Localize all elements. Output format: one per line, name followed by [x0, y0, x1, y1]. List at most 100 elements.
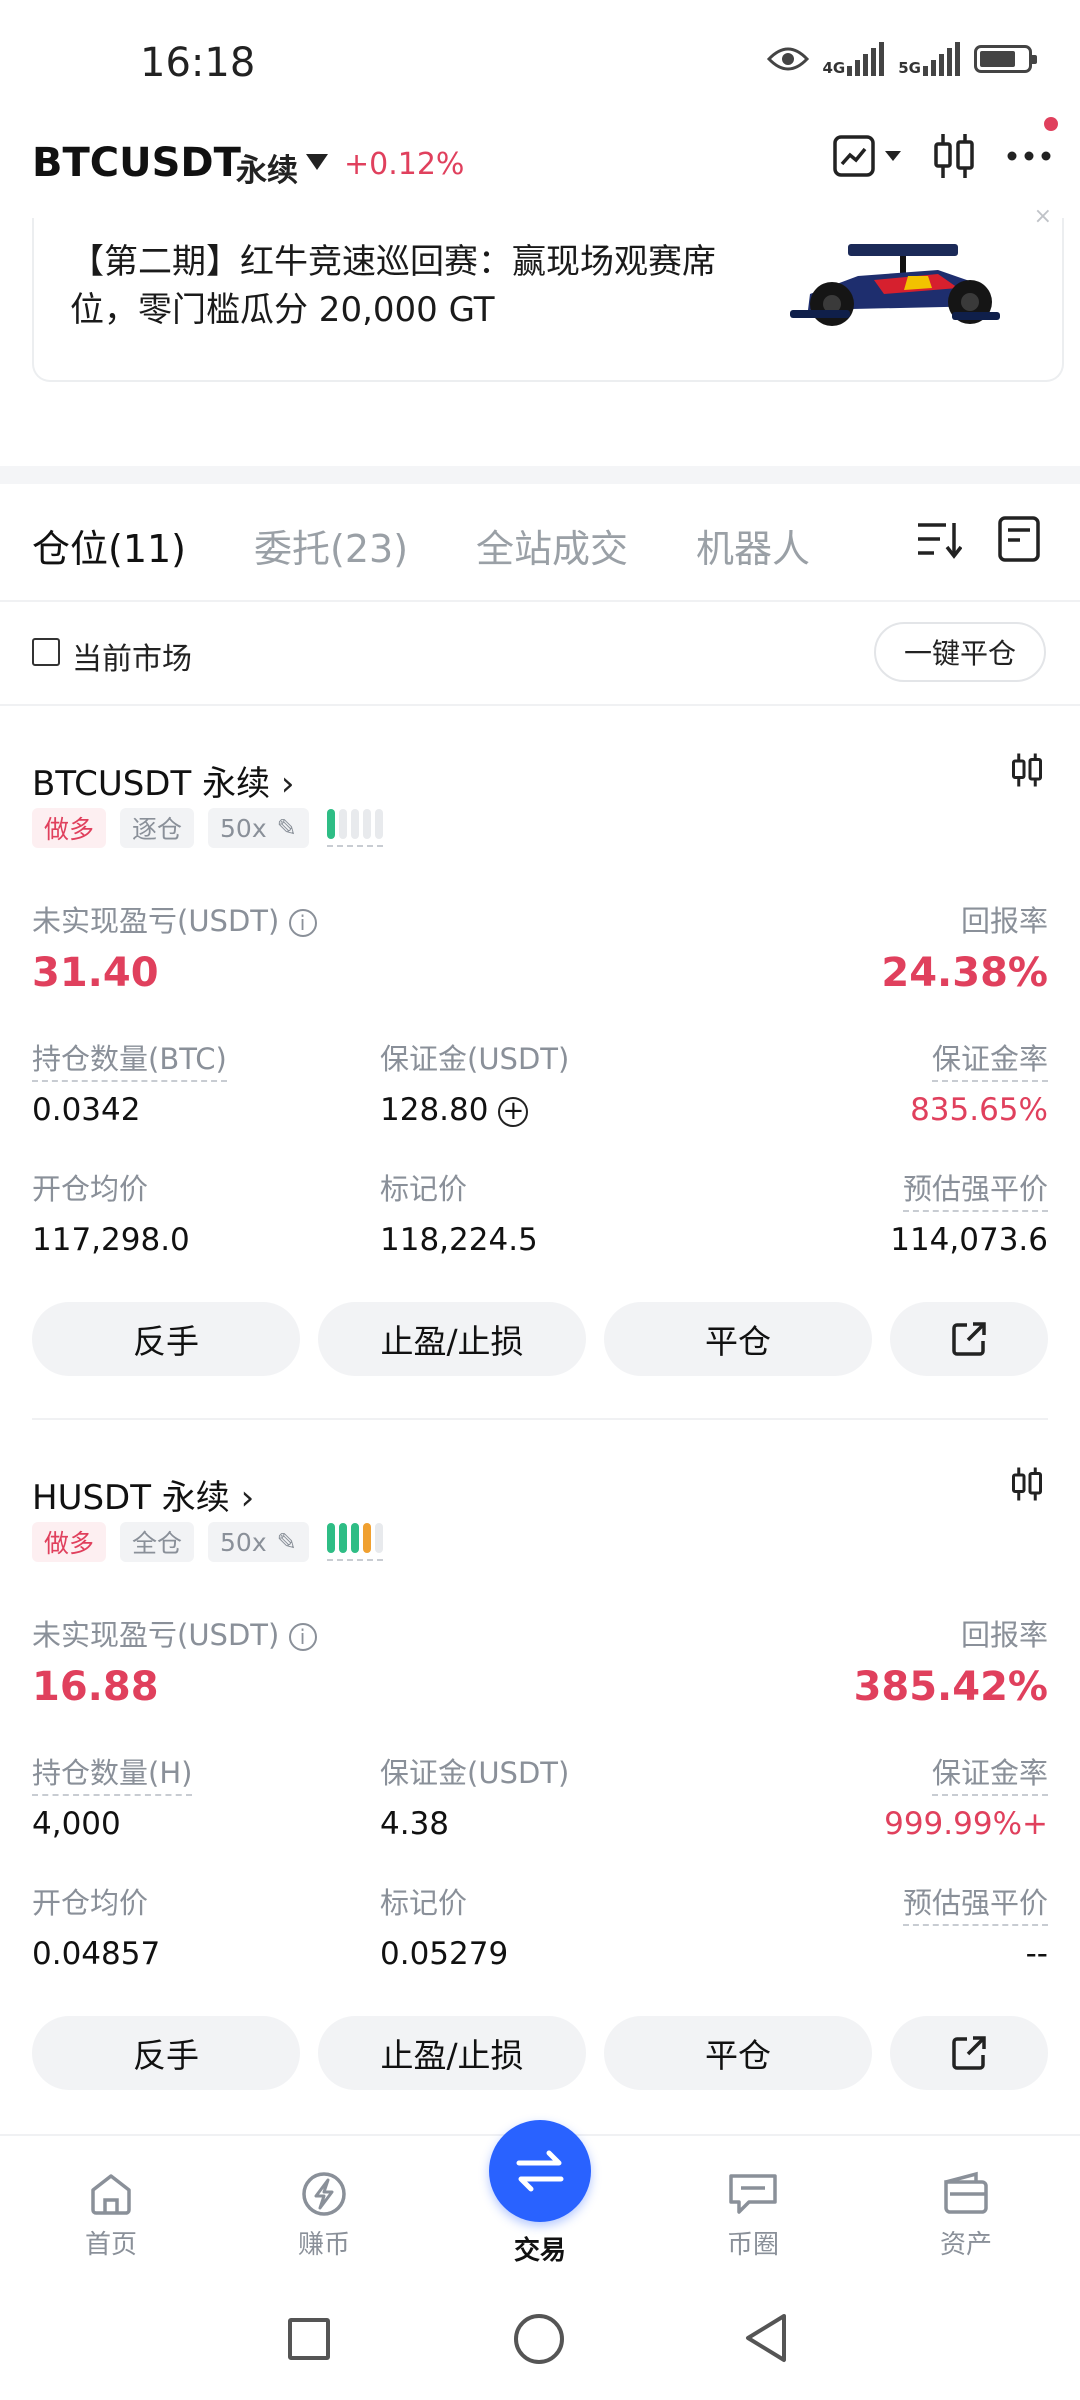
pnl-label-text: 未实现盈亏(USDT): [32, 1618, 280, 1652]
more-button[interactable]: [1006, 116, 1058, 166]
back-button[interactable]: [744, 2312, 788, 2364]
chevron-right-icon: ›: [280, 764, 295, 804]
nav-label: 交易: [513, 2236, 566, 2266]
tab-orders[interactable]: 委托(23): [254, 518, 408, 573]
tab-tools: [916, 516, 1040, 562]
signal-icon: [923, 42, 960, 76]
pnl-label: 未实现盈亏(USDT) i: [32, 898, 317, 940]
network-label-1: 4G: [822, 59, 846, 77]
home-icon: [91, 2174, 131, 2215]
margin-ratio: 999.99%+: [884, 1806, 1048, 1842]
mark-price: 118,224.5: [380, 1222, 538, 1258]
entry-price-label: 开仓均价: [32, 1886, 149, 1920]
banner-close-icon[interactable]: ×: [1034, 204, 1052, 229]
margin-ratio-label[interactable]: 保证金率: [931, 1036, 1048, 1082]
reverse-button[interactable]: 反手: [32, 1302, 300, 1376]
nav-label: 币圈: [726, 2230, 779, 2260]
size-label[interactable]: 持仓数量(BTC): [32, 1036, 227, 1082]
candlestick-icon[interactable]: [1010, 1466, 1044, 1502]
chart-dropdown-button[interactable]: [832, 134, 902, 178]
margin-mode-badge[interactable]: 逐仓: [120, 808, 195, 848]
risk-bar: [338, 809, 347, 839]
margin-ratio-label[interactable]: 保证金率: [931, 1750, 1048, 1796]
position-title[interactable]: HUSDT 永续 ›: [32, 1470, 254, 1519]
mark-price-label: 标记价: [380, 1172, 468, 1206]
battery-icon: [974, 45, 1037, 73]
liq-price-label[interactable]: 预估强平价: [902, 1880, 1048, 1926]
margin-amount: 4.38: [380, 1806, 450, 1842]
margin-label: 保证金(USDT): [380, 1042, 570, 1076]
caret-down-icon: [885, 151, 901, 161]
race-car-image: [790, 244, 1000, 326]
nav-trade-button[interactable]: [489, 2120, 591, 2222]
nav-earn[interactable]: 赚币: [264, 2170, 384, 2261]
risk-bar: [374, 1523, 383, 1553]
leverage-badge[interactable]: 50x ✎: [208, 1522, 309, 1562]
chat-icon: [729, 2174, 777, 2214]
close-all-button[interactable]: 一键平仓: [874, 622, 1046, 682]
margin-value: 128.80 +: [380, 1092, 529, 1128]
candlestick-icon[interactable]: [932, 132, 976, 180]
risk-bar: [362, 1523, 371, 1553]
tpsl-button[interactable]: 止盈/止损: [318, 2016, 586, 2090]
margin-mode-badge[interactable]: 全仓: [120, 1522, 195, 1562]
mark-price: 0.05279: [380, 1936, 509, 1972]
section-divider: [0, 466, 1080, 484]
caret-down-icon[interactable]: [306, 154, 328, 170]
contract-type[interactable]: 永续: [236, 145, 298, 190]
liq-price: 114,073.6: [890, 1222, 1048, 1258]
position-tags: 做多 全仓 50x ✎: [32, 1522, 383, 1562]
nav-community[interactable]: 币圈: [693, 2170, 813, 2261]
share-icon: [952, 2036, 986, 2070]
unrealized-pnl: 31.40: [32, 950, 159, 996]
recent-apps-button[interactable]: [288, 2318, 330, 2360]
position-actions: 反手 止盈/止损 平仓: [32, 2016, 1048, 2090]
current-market-label[interactable]: 当前市场: [72, 634, 192, 678]
edit-icon: ✎: [276, 814, 297, 842]
candlestick-icon[interactable]: [1010, 752, 1044, 788]
position-title[interactable]: BTCUSDT 永续 ›: [32, 756, 295, 805]
nav-assets[interactable]: 资产: [906, 2170, 1026, 2261]
tab-positions[interactable]: 仓位(11): [32, 518, 186, 573]
info-icon[interactable]: i: [288, 909, 317, 937]
market-symbol[interactable]: BTCUSDT: [32, 140, 241, 186]
current-market-checkbox[interactable]: [32, 638, 60, 666]
close-position-button[interactable]: 平仓: [604, 2016, 872, 2090]
tab-bots[interactable]: 机器人: [696, 518, 810, 573]
pnl-label-text: 未实现盈亏(USDT): [32, 904, 280, 938]
status-time: 16:18: [140, 40, 256, 86]
position-symbol[interactable]: BTCUSDT 永续: [32, 764, 270, 804]
signal-icon: [847, 42, 885, 76]
nav-home[interactable]: 首页: [51, 2170, 171, 2261]
margin-amount: 128.80: [380, 1092, 489, 1128]
nav-label: 资产: [939, 2230, 992, 2260]
info-icon[interactable]: i: [288, 1623, 317, 1651]
add-margin-icon[interactable]: +: [498, 1096, 529, 1127]
share-button[interactable]: [890, 1302, 1048, 1376]
trend-chart-icon: [833, 135, 875, 177]
close-position-button[interactable]: 平仓: [604, 1302, 872, 1376]
leverage-badge[interactable]: 50x ✎: [208, 808, 309, 848]
document-icon[interactable]: [998, 516, 1040, 562]
liq-price-label[interactable]: 预估强平价: [902, 1166, 1048, 1212]
side-badge: 做多: [32, 1522, 107, 1562]
position-symbol[interactable]: HUSDT 永续: [32, 1478, 230, 1518]
entry-price: 0.04857: [32, 1936, 161, 1972]
side-badge: 做多: [32, 808, 107, 848]
eye-icon: [766, 47, 809, 71]
share-icon: [952, 1322, 986, 1356]
divider: [32, 1418, 1048, 1420]
share-button[interactable]: [890, 2016, 1048, 2090]
wallet-icon: [944, 2171, 988, 2214]
leverage-value: 50x: [220, 1527, 267, 1557]
unrealized-pnl: 16.88: [32, 1664, 159, 1710]
sort-icon[interactable]: [916, 519, 962, 559]
tpsl-button[interactable]: 止盈/止损: [318, 1302, 586, 1376]
tab-market-trades[interactable]: 全站成交: [476, 518, 628, 573]
home-button[interactable]: [514, 2314, 564, 2364]
promo-banner-text[interactable]: 【第二期】红牛竞速巡回赛：赢现场观赛席位，零门槛瓜分 20,000 GT: [70, 238, 770, 334]
nav-trade[interactable]: 交易: [480, 2230, 600, 2267]
margin-label: 保证金(USDT): [380, 1756, 570, 1790]
size-label[interactable]: 持仓数量(H): [32, 1750, 193, 1796]
reverse-button[interactable]: 反手: [32, 2016, 300, 2090]
